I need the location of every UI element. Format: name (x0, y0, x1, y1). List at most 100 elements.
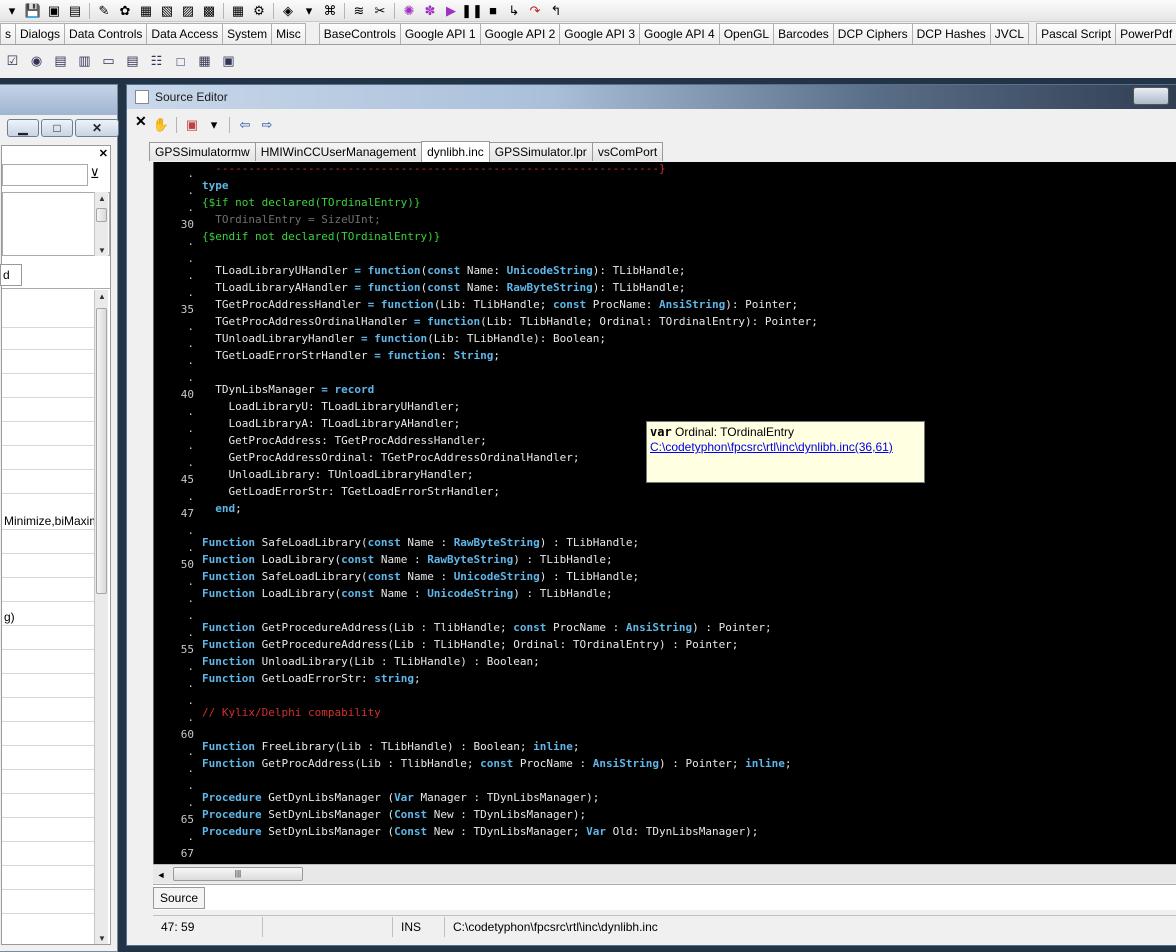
minimize-button[interactable]: ▁ (7, 119, 39, 137)
pause-icon[interactable]: ❚❚ (461, 1, 483, 20)
palette-component-icon[interactable]: ▭ (98, 51, 119, 72)
scroll-left-icon[interactable]: ◄ (153, 867, 169, 883)
property-row-border-icons[interactable]: Minimize,biMaxim (2, 512, 96, 530)
property-row[interactable] (2, 584, 96, 602)
scroll-up-icon[interactable]: ▲ (95, 192, 109, 204)
panel-close-icon[interactable]: ✕ (99, 147, 108, 160)
scroll-thumb[interactable] (96, 208, 107, 222)
property-row[interactable] (2, 310, 96, 328)
property-row[interactable] (2, 380, 96, 398)
property-row[interactable] (2, 776, 96, 794)
debug-icon[interactable]: ✽ (420, 1, 440, 20)
palette-tab[interactable]: Data Controls (64, 23, 148, 44)
cpu-icon[interactable]: ◈ (278, 1, 298, 20)
inspector-titlebar[interactable] (0, 85, 117, 115)
palette-tab[interactable]: DCP Hashes (911, 23, 991, 44)
view-units-icon[interactable]: ✿ (115, 1, 135, 20)
property-row[interactable] (2, 824, 96, 842)
palette-component-icon[interactable]: ▣ (218, 51, 239, 72)
palette-component-icon[interactable]: ☑ (2, 51, 23, 72)
palette-tab[interactable]: PowerPdf (1115, 23, 1176, 44)
property-row-g[interactable]: g) (2, 608, 96, 626)
properties-tab[interactable]: d (0, 264, 22, 286)
palette-tab[interactable]: Data Access (146, 23, 224, 44)
property-row[interactable] (2, 704, 96, 722)
toggle-icon[interactable]: ✎ (94, 1, 114, 20)
tools-icon[interactable]: ⚙ (249, 1, 269, 20)
property-row[interactable] (2, 332, 96, 350)
property-row[interactable] (2, 656, 96, 674)
palette-tab[interactable]: Misc (271, 23, 306, 44)
palette-tab[interactable]: s (0, 23, 16, 44)
palette-component-icon[interactable]: ◉ (26, 51, 47, 72)
dropdown-icon[interactable]: ▾ (299, 1, 319, 20)
editor-tab[interactable]: HMIWinCCUserManagement (254, 142, 423, 161)
palette-tab[interactable]: JVCL (989, 23, 1030, 44)
palette-component-icon[interactable]: ▥ (74, 51, 95, 72)
step-over-icon[interactable]: ↷ (525, 1, 545, 20)
minimize-button[interactable] (1133, 87, 1169, 105)
property-row[interactable] (2, 872, 96, 890)
palette-tab[interactable]: Google API 1 (399, 23, 481, 44)
step-out-icon[interactable]: ↰ (546, 1, 566, 20)
hand-icon[interactable]: ✋ (151, 115, 171, 135)
code-editor[interactable]: ... 30.... 35.... 40.... 45. 47.. 50.... 55....… (153, 162, 1176, 864)
dropdown-icon[interactable]: ▾ (204, 115, 224, 135)
palette-tab[interactable]: DCP Ciphers (832, 23, 913, 44)
palette-component-icon[interactable]: ☷ (146, 51, 167, 72)
property-row[interactable] (2, 560, 96, 578)
palette-tab[interactable]: BaseControls (318, 23, 401, 44)
scroll-down-icon[interactable]: ▼ (95, 244, 109, 256)
palette-tab[interactable]: Barcodes (773, 23, 834, 44)
property-row[interactable] (2, 680, 96, 698)
palette-tab[interactable]: Google API 3 (559, 23, 640, 44)
run-icon[interactable]: ▶ (441, 1, 461, 20)
scroll-thumb[interactable] (96, 308, 107, 594)
property-row[interactable] (2, 404, 96, 422)
tree-scrollbar[interactable]: ▲ ▼ (94, 192, 108, 256)
source-tab[interactable]: Source (153, 887, 206, 909)
property-row[interactable] (2, 356, 96, 374)
property-grid-scrollbar[interactable]: ▲ ▼ (94, 290, 108, 944)
source-editor-titlebar[interactable]: Source Editor (127, 85, 1176, 109)
scroll-up-icon[interactable]: ▲ (95, 290, 109, 302)
editor-tab[interactable]: GPSSimulatormw (149, 142, 256, 161)
filter-icon[interactable]: ⊻ (90, 166, 100, 182)
property-row[interactable] (2, 452, 96, 470)
new-form-icon[interactable]: ▤ (65, 1, 85, 20)
close-tab-icon[interactable]: ✕ (135, 113, 147, 130)
save-icon[interactable]: 💾 (23, 1, 43, 20)
stop-icon[interactable]: ■ (483, 1, 503, 20)
scroll-down-icon[interactable]: ▼ (95, 932, 109, 944)
property-row[interactable] (2, 428, 96, 446)
save-all-icon[interactable]: ▣ (44, 1, 64, 20)
palette-tab[interactable]: System (222, 23, 273, 44)
property-row[interactable] (2, 476, 96, 494)
property-row[interactable] (2, 848, 96, 866)
new-unit-icon[interactable]: ▧ (157, 1, 177, 20)
palette-component-icon[interactable]: ▦ (194, 51, 215, 72)
project-icon[interactable]: ▩ (199, 1, 219, 20)
open-icon[interactable]: ▾ (2, 1, 22, 20)
gear-icon[interactable]: ✺ (399, 1, 419, 20)
open-file-icon[interactable]: ▨ (178, 1, 198, 20)
property-row[interactable] (2, 752, 96, 770)
editor-tab[interactable]: vsComPort (591, 142, 664, 161)
palette-component-icon[interactable]: ▤ (122, 51, 143, 72)
palette-tab[interactable]: OpenGL (718, 23, 775, 44)
property-row[interactable] (2, 800, 96, 818)
view-forms-icon[interactable]: ▦ (136, 1, 156, 20)
bookmark-icon[interactable]: ▣ (182, 115, 202, 135)
property-row[interactable] (2, 728, 96, 746)
hint-source-link[interactable]: C:\codetyphon\fpcsrc\rtl\inc\dynlibh.inc… (650, 440, 921, 454)
network-icon[interactable]: ⌘ (320, 1, 340, 20)
scroll-thumb[interactable]: ||| (173, 867, 303, 881)
editor-tab[interactable]: dynlibh.inc (421, 141, 490, 162)
property-row[interactable] (2, 536, 96, 554)
property-row[interactable] (2, 632, 96, 650)
palette-component-icon[interactable]: □ (170, 51, 191, 72)
palette-tab[interactable]: Google API 2 (479, 23, 561, 44)
palette-tab[interactable]: Dialogs (15, 23, 66, 44)
palette-tab[interactable]: Pascal Script (1036, 23, 1117, 44)
editor-tab[interactable]: GPSSimulator.lpr (488, 142, 593, 161)
